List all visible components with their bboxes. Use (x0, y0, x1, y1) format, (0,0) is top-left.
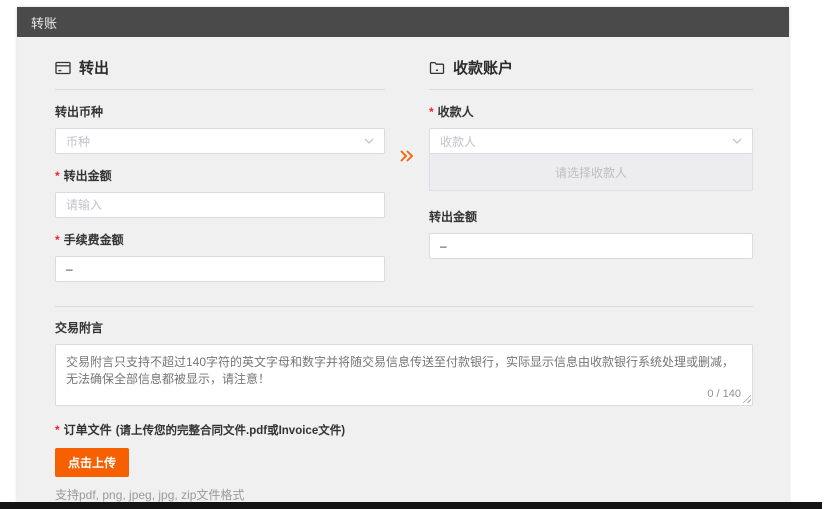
order-file-note: (请上传您的完整合同文件.pdf或Invoice文件) (116, 422, 345, 438)
required-mark: * (55, 233, 60, 247)
payee-select[interactable]: 收款人 (429, 128, 753, 154)
payee-label: * 收款人 (429, 103, 753, 120)
remark-field: 0 / 140 (55, 344, 753, 406)
receiver-amount-label: 转出金额 (429, 208, 753, 225)
receiver-amount-input (429, 233, 753, 259)
receiver-header: 收款账户 (429, 49, 753, 90)
currency-select[interactable]: 币种 (55, 128, 385, 154)
double-arrow-right-icon (398, 149, 416, 163)
transfer-out-header: 转出 (55, 49, 385, 90)
transfer-out-section: 转出 转出币种 币种 * (55, 49, 385, 282)
required-mark: * (55, 169, 60, 183)
upload-button[interactable]: 点击上传 (55, 448, 129, 477)
char-counter: 0 / 140 (703, 388, 741, 400)
form-columns: 转出 转出币种 币种 * (55, 49, 753, 282)
chevron-down-icon (364, 138, 374, 144)
section-separator (55, 306, 753, 307)
transfer-out-title: 转出 (79, 57, 109, 78)
dialog-title: 转账 (31, 13, 57, 32)
remark-textarea[interactable] (55, 344, 753, 406)
payee-hint-panel: 请选择收款人 (429, 154, 753, 191)
dialog-body: 转出 转出币种 币种 * (17, 37, 789, 509)
remark-label: 交易附言 (55, 319, 753, 336)
order-file-label: * 订单文件 (请上传您的完整合同文件.pdf或Invoice文件) (55, 421, 753, 438)
required-mark: * (55, 423, 60, 437)
fee-label: * 手续费金额 (55, 231, 385, 248)
window-bottom-edge (0, 502, 822, 509)
transfer-page: 转账 转出 (0, 0, 831, 509)
chevron-down-icon (732, 138, 742, 144)
dialog-header: 转账 (17, 7, 789, 37)
required-mark: * (429, 105, 434, 119)
wallet-icon (429, 61, 445, 75)
bank-card-icon (55, 61, 71, 75)
payee-select-placeholder: 收款人 (440, 133, 476, 150)
transfer-dialog: 转账 转出 (17, 7, 789, 503)
amount-label: * 转出金额 (55, 167, 385, 184)
supported-formats-note: 支持pdf, png, jpeg, jpg, zip文件格式 (55, 486, 753, 503)
fee-input (55, 256, 385, 282)
receiver-section: 收款账户 * 收款人 收款人 (429, 49, 753, 282)
amount-input[interactable] (55, 192, 385, 218)
currency-select-placeholder: 币种 (66, 133, 90, 150)
payee-hint-text: 请选择收款人 (555, 164, 627, 181)
receiver-title: 收款账户 (453, 57, 513, 78)
columns-divider (385, 49, 429, 282)
currency-label: 转出币种 (55, 103, 385, 120)
